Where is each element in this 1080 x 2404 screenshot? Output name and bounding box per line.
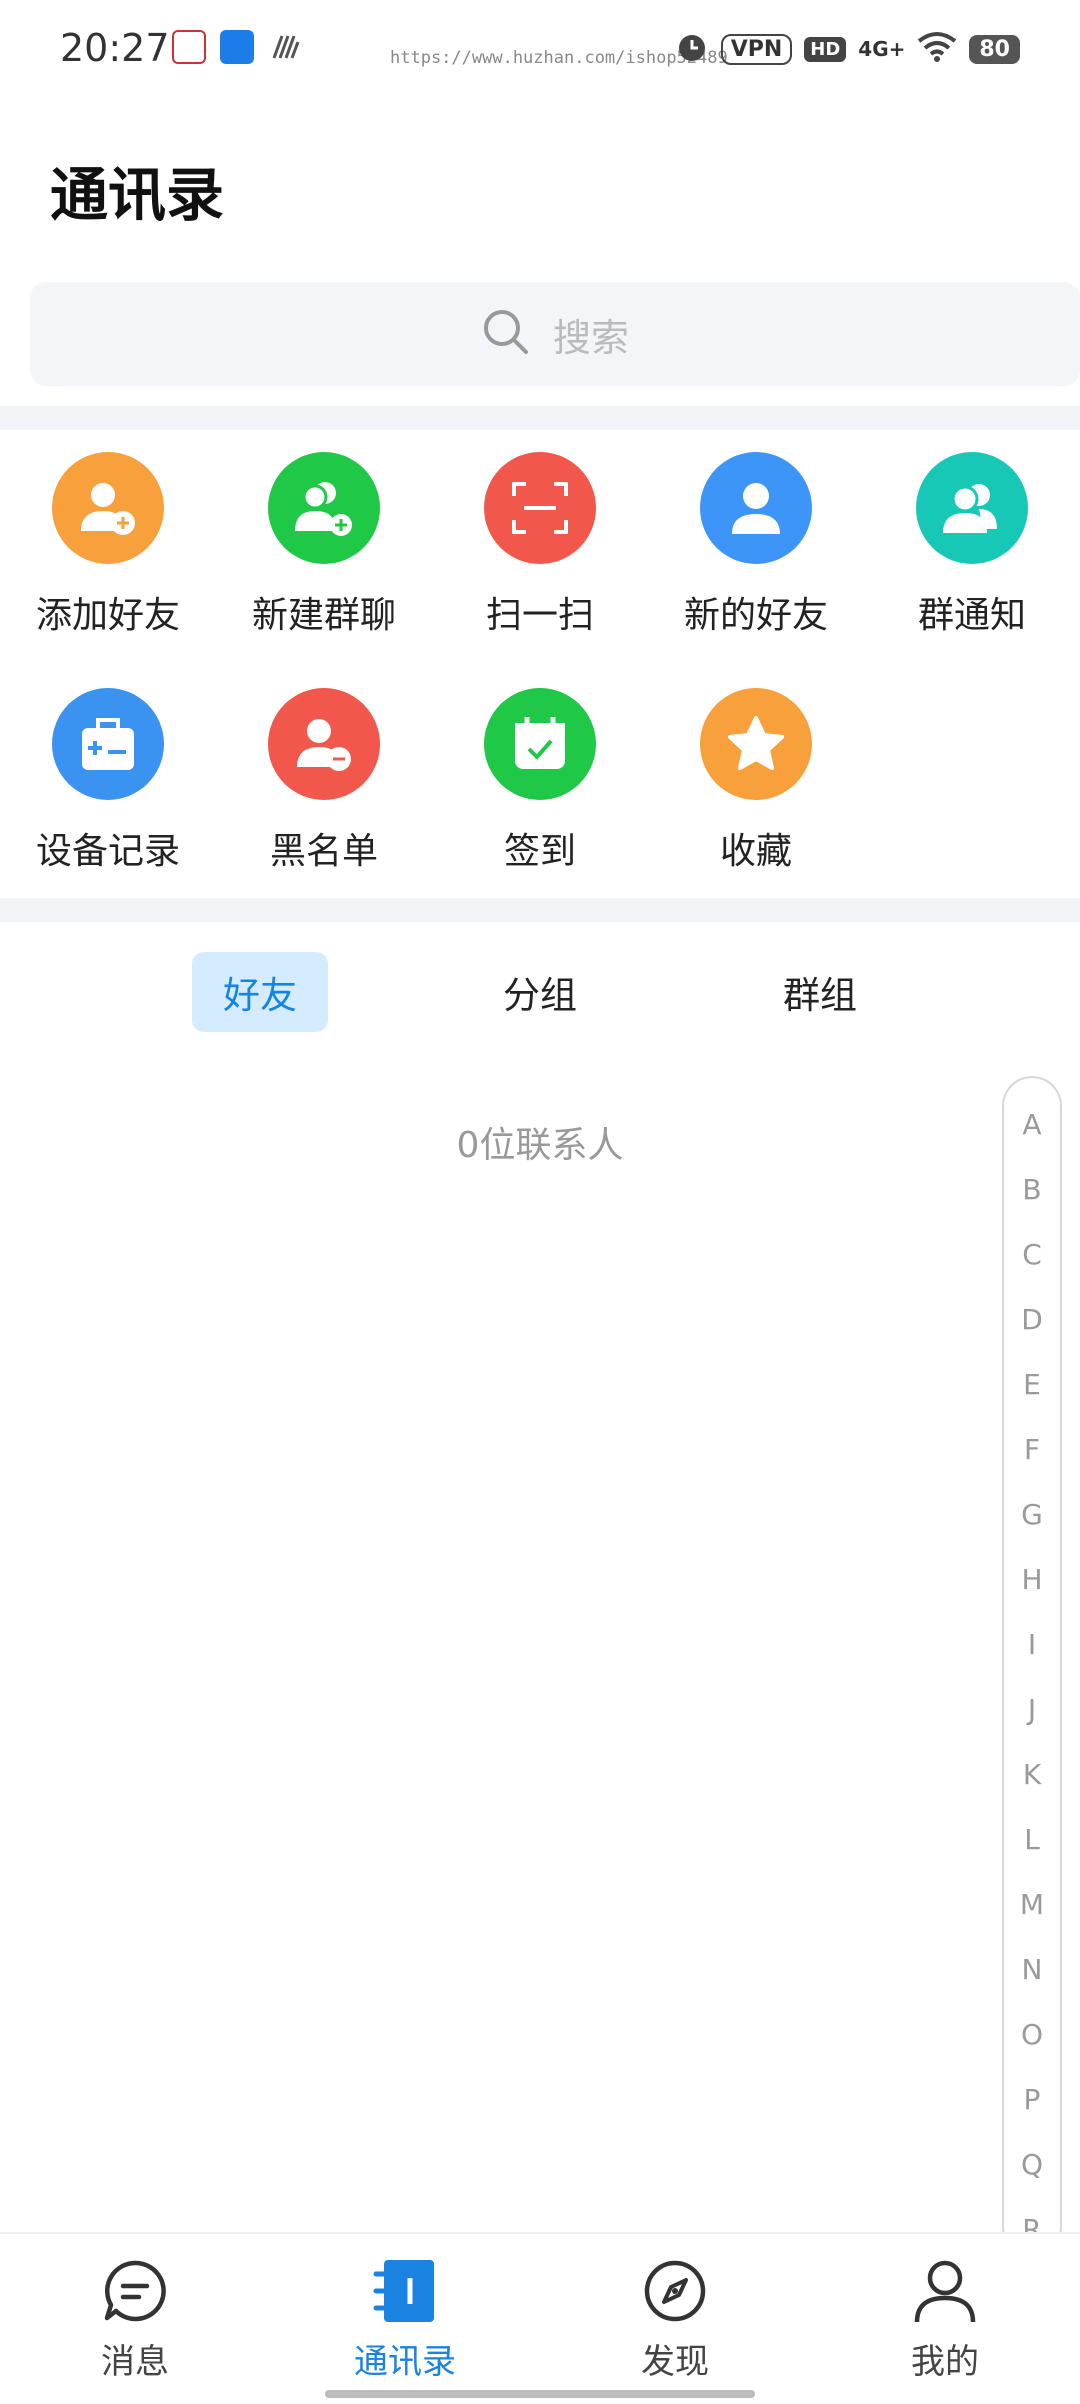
status-bar: 20:27 https://www.huzhan.com/ishop52489 … bbox=[0, 0, 1080, 96]
grid-item-new-friend[interactable]: 新的好友 bbox=[648, 452, 864, 652]
contacts-page: 20:27 https://www.huzhan.com/ishop52489 … bbox=[0, 0, 1080, 2404]
index-letter[interactable]: G bbox=[1004, 1482, 1060, 1547]
index-letter[interactable]: J bbox=[1004, 1677, 1060, 1742]
hd-badge: HD bbox=[804, 36, 847, 62]
grid-label: 扫一扫 bbox=[485, 595, 594, 636]
grid-label: 新建群聊 bbox=[251, 595, 396, 636]
grid-label: 设备记录 bbox=[35, 831, 180, 872]
index-letter[interactable]: B bbox=[1004, 1157, 1060, 1222]
status-time: 20:27 bbox=[60, 26, 170, 70]
vpn-badge: VPN bbox=[720, 33, 793, 65]
nav-label: 消息 bbox=[101, 2342, 169, 2382]
contacts-icon bbox=[370, 2256, 440, 2326]
grid-label: 收藏 bbox=[719, 831, 792, 872]
index-letter[interactable]: P bbox=[1004, 2067, 1060, 2132]
home-indicator bbox=[325, 2390, 755, 2398]
section-divider bbox=[0, 898, 1080, 922]
index-letter[interactable]: Q bbox=[1004, 2132, 1060, 2197]
search-placeholder: 搜索 bbox=[552, 315, 629, 360]
alarm-icon bbox=[675, 30, 709, 68]
profile-icon bbox=[910, 2256, 980, 2326]
tab-group-chats[interactable]: 群组 bbox=[752, 952, 888, 1032]
blacklist-icon bbox=[268, 688, 380, 800]
nav-messages[interactable]: 消息 bbox=[0, 2256, 270, 2383]
contact-count: 0位联系人 bbox=[456, 1125, 624, 1166]
grid-label: 黑名单 bbox=[269, 831, 378, 872]
grid-item-scan[interactable]: 扫一扫 bbox=[432, 452, 648, 652]
search-input[interactable]: 搜索 bbox=[30, 282, 1080, 386]
new-friend-icon bbox=[700, 452, 812, 564]
index-letter[interactable]: E bbox=[1004, 1352, 1060, 1417]
index-letter[interactable]: O bbox=[1004, 2002, 1060, 2067]
index-letter[interactable]: H bbox=[1004, 1547, 1060, 1612]
scan-icon bbox=[484, 452, 596, 564]
index-letter[interactable]: K bbox=[1004, 1742, 1060, 1807]
nav-label: 发现 bbox=[641, 2342, 709, 2382]
battery-level: 80 bbox=[969, 34, 1020, 64]
index-letter[interactable]: N bbox=[1004, 1937, 1060, 2002]
grid-item-check-in[interactable]: 签到 bbox=[432, 688, 648, 888]
group-notice-icon bbox=[916, 452, 1028, 564]
nav-label: 我的 bbox=[911, 2342, 979, 2382]
grid-label: 群通知 bbox=[917, 595, 1026, 636]
section-divider bbox=[0, 406, 1080, 430]
message-icon bbox=[100, 2256, 170, 2326]
index-letter[interactable]: L bbox=[1004, 1807, 1060, 1872]
index-letter[interactable]: D bbox=[1004, 1287, 1060, 1352]
nav-profile[interactable]: 我的 bbox=[810, 2256, 1080, 2383]
notification-icons bbox=[172, 30, 302, 64]
grid-item-group-notice[interactable]: 群通知 bbox=[864, 452, 1080, 652]
grid-item-favorites[interactable]: 收藏 bbox=[648, 688, 864, 888]
nav-contacts[interactable]: 通讯录 bbox=[270, 2256, 540, 2383]
search-icon bbox=[481, 307, 531, 361]
grid-item-device-record[interactable]: 设备记录 bbox=[0, 688, 216, 888]
grid-item-blacklist[interactable]: 黑名单 bbox=[216, 688, 432, 888]
tab-friends[interactable]: 好友 bbox=[192, 952, 328, 1032]
network-type: 4G+ bbox=[858, 37, 906, 61]
check-in-icon bbox=[484, 688, 596, 800]
grid-label: 添加好友 bbox=[35, 595, 180, 636]
grid-item-new-group[interactable]: 新建群聊 bbox=[216, 452, 432, 652]
favorites-icon bbox=[700, 688, 812, 800]
add-friend-icon bbox=[52, 452, 164, 564]
bottom-tab-bar: 消息 通讯录 发现 我的 bbox=[0, 2232, 1080, 2404]
chat-notification-icon bbox=[220, 30, 254, 64]
index-letter[interactable]: F bbox=[1004, 1417, 1060, 1482]
grid-label: 新的好友 bbox=[683, 595, 828, 636]
app-notification-icon bbox=[172, 30, 206, 64]
alphabet-index-bar[interactable]: A B C D E F G H I J K L M N O P Q R bbox=[1002, 1076, 1062, 2256]
system-status-icons: VPN HD 4G+ 80 bbox=[675, 30, 1020, 68]
page-title: 通讯录 bbox=[50, 161, 225, 229]
index-letter[interactable]: A bbox=[1004, 1092, 1060, 1157]
grid-label: 签到 bbox=[503, 831, 576, 872]
stripes-notification-icon bbox=[268, 30, 302, 64]
nav-discover[interactable]: 发现 bbox=[540, 2256, 810, 2383]
index-letter[interactable]: M bbox=[1004, 1872, 1060, 1937]
index-letter[interactable]: C bbox=[1004, 1222, 1060, 1287]
grid-item-add-friend[interactable]: 添加好友 bbox=[0, 452, 216, 652]
nav-label: 通讯录 bbox=[354, 2342, 456, 2382]
wifi-icon bbox=[917, 31, 957, 67]
index-letter[interactable]: I bbox=[1004, 1612, 1060, 1677]
new-group-icon bbox=[268, 452, 380, 564]
compass-icon bbox=[640, 2256, 710, 2326]
tab-groups-category[interactable]: 分组 bbox=[472, 952, 608, 1032]
device-record-icon bbox=[52, 688, 164, 800]
